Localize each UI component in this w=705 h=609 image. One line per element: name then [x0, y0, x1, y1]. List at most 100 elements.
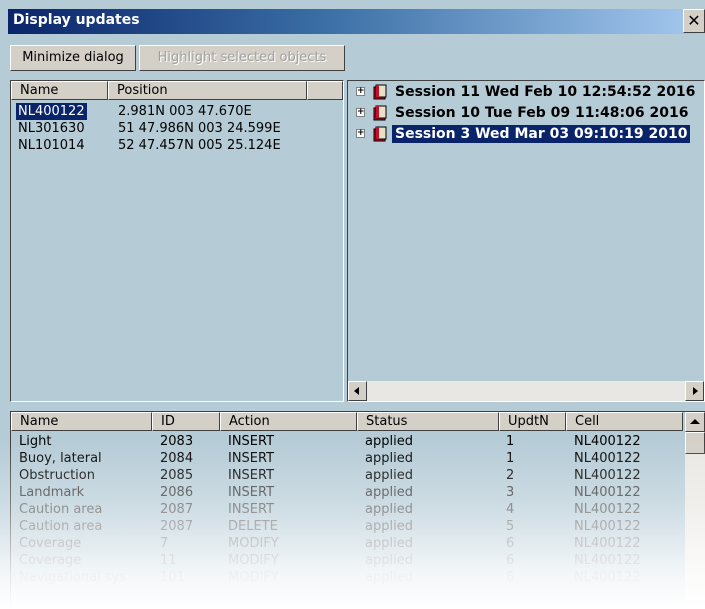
cell-action: DELETE [228, 519, 278, 534]
arrow-right-icon [693, 387, 698, 395]
cell-updtn: 6 [506, 553, 515, 568]
cell-name: NL400122 [16, 103, 87, 120]
cell-action: INSERT [228, 434, 275, 449]
cell-status: applied [365, 553, 413, 568]
cell-status: applied [365, 570, 413, 585]
scroll-thumb[interactable] [685, 432, 705, 454]
cell-name: Light [19, 434, 52, 449]
table-row[interactable]: Caution area 2087 INSERT applied 4 NL400122 [11, 501, 683, 518]
close-icon: ✕ [687, 11, 701, 30]
tree-item-session-10[interactable]: + Session 10 Tue Feb 09 11:48:06 2016 [356, 104, 704, 124]
list-item[interactable]: NL400122 2.981N 003 47.670E [11, 103, 341, 120]
cell-name: Caution area [19, 519, 103, 534]
tree-item-session-11[interactable]: + Session 11 Wed Feb 10 12:54:52 2016 [356, 83, 704, 103]
cell-position: 2.981N 003 47.670E [118, 104, 252, 119]
session-label: Session 10 Tue Feb 09 11:48:06 2016 [395, 105, 689, 121]
table-row[interactable]: Buoy, lateral 2084 INSERT applied 1 NL400122 [11, 450, 683, 467]
table-row[interactable]: Obstruction 2085 INSERT applied 2 NL400122 [11, 467, 683, 484]
table-row[interactable]: Caution area 2087 DELETE applied 5 NL400122 [11, 518, 683, 535]
cell-name: Obstruction [19, 468, 95, 483]
cell-id: 2087 [160, 519, 194, 534]
cell-status: applied [365, 502, 413, 517]
scroll-right-button[interactable] [685, 381, 704, 401]
updates-table[interactable]: Name ID Action Status UpdtN Cell Light 20… [10, 411, 705, 609]
tree-item-session-3[interactable]: + Session 3 Wed Mar 03 09:10:19 2010 [356, 125, 704, 145]
cells-list[interactable]: Name Position NL400122 2.981N 003 47.670… [10, 80, 344, 402]
table-row[interactable]: Coverage 7 MODIFY applied 6 NL400122 [11, 535, 683, 552]
column-header-action[interactable]: Action [220, 412, 357, 431]
cell-id: 2086 [160, 485, 194, 500]
column-header-id[interactable]: ID [152, 412, 220, 431]
scroll-up-button[interactable] [685, 412, 705, 432]
cell-name: Coverage [19, 553, 82, 568]
column-header-cell[interactable]: Cell [566, 412, 683, 431]
minimize-dialog-button[interactable]: Minimize dialog [10, 45, 136, 71]
cell-id: 7 [160, 536, 169, 551]
window-title: Display updates [13, 12, 140, 28]
plus-icon[interactable]: + [356, 108, 365, 117]
cell-action: INSERT [228, 451, 275, 466]
cell-name: NL301630 [18, 121, 85, 136]
cell-action: MODIFY [228, 553, 279, 568]
sessions-tree[interactable]: + Session 11 Wed Feb 10 12:54:52 2016 + … [347, 80, 705, 402]
cell-action: INSERT [228, 468, 275, 483]
cell-action: MODIFY [228, 570, 279, 585]
scroll-left-button[interactable] [348, 381, 367, 401]
column-header-status[interactable]: Status [357, 412, 499, 431]
title-bar[interactable]: Display updates ✕ [8, 9, 705, 34]
session-label: Session 11 Wed Feb 10 12:54:52 2016 [395, 84, 696, 100]
cell-updtn: 1 [506, 451, 515, 466]
cell-id: 2085 [160, 468, 194, 483]
cell-name: NL101014 [18, 138, 85, 153]
table-row[interactable]: Landmark 2086 INSERT applied 3 NL400122 [11, 484, 683, 501]
table-row[interactable]: Light 2083 INSERT applied 1 NL400122 [11, 433, 683, 450]
book-icon [373, 84, 387, 100]
column-header-empty[interactable] [307, 81, 343, 100]
cell-updtn: 3 [506, 485, 515, 500]
cell-updtn: 6 [506, 536, 515, 551]
cell-cell: NL400122 [574, 451, 641, 466]
cell-cell: NL400122 [574, 485, 641, 500]
cell-name: Caution area [19, 502, 103, 517]
highlight-selected-objects-button[interactable]: Highlight selected objects [139, 45, 345, 71]
cell-status: applied [365, 468, 413, 483]
column-header-updtn[interactable]: UpdtN [499, 412, 566, 431]
cell-position: 51 47.986N 003 24.599E [118, 121, 281, 136]
cell-updtn: 2 [506, 468, 515, 483]
list-item[interactable]: NL101014 52 47.457N 005 25.124E [11, 137, 341, 154]
cell-status: applied [365, 451, 413, 466]
column-header-name[interactable]: Name [11, 81, 108, 100]
horizontal-scrollbar[interactable] [348, 381, 704, 401]
cell-cell: NL400122 [574, 519, 641, 534]
cell-action: MODIFY [228, 536, 279, 551]
list-item[interactable]: NL301630 51 47.986N 003 24.599E [11, 120, 341, 137]
cell-id: 2087 [160, 502, 194, 517]
cell-name: Buoy, lateral [19, 451, 102, 466]
arrow-left-icon [354, 387, 359, 395]
vertical-scrollbar[interactable] [685, 412, 705, 609]
cell-name: Navigational sys [19, 570, 127, 585]
column-header-name[interactable]: Name [11, 412, 152, 431]
cell-updtn: 6 [506, 570, 515, 585]
session-label: Session 3 Wed Mar 03 09:10:19 2010 [392, 125, 691, 143]
column-header-position[interactable]: Position [108, 81, 307, 100]
cell-updtn: 4 [506, 502, 515, 517]
cell-updtn: 5 [506, 519, 515, 534]
cell-id: 2083 [160, 434, 194, 449]
cell-position: 52 47.457N 005 25.124E [118, 138, 281, 153]
plus-icon[interactable]: + [356, 129, 365, 138]
cell-cell: NL400122 [574, 553, 641, 568]
plus-icon[interactable]: + [356, 87, 365, 96]
cell-action: INSERT [228, 502, 275, 517]
table-row[interactable]: Coverage 11 MODIFY applied 6 NL400122 [11, 552, 683, 569]
display-updates-dialog: Display updates ✕ Minimize dialog Highli… [0, 0, 705, 609]
cell-action: INSERT [228, 485, 275, 500]
cell-status: applied [365, 536, 413, 551]
cell-cell: NL400122 [574, 502, 641, 517]
book-icon [373, 105, 387, 121]
cell-cell: NL400122 [574, 536, 641, 551]
close-button[interactable]: ✕ [683, 9, 705, 33]
table-row[interactable]: Navigational sys 101 MODIFY applied 6 NL40012… [11, 569, 683, 586]
cell-id: 101 [160, 570, 185, 585]
cell-updtn: 1 [506, 434, 515, 449]
